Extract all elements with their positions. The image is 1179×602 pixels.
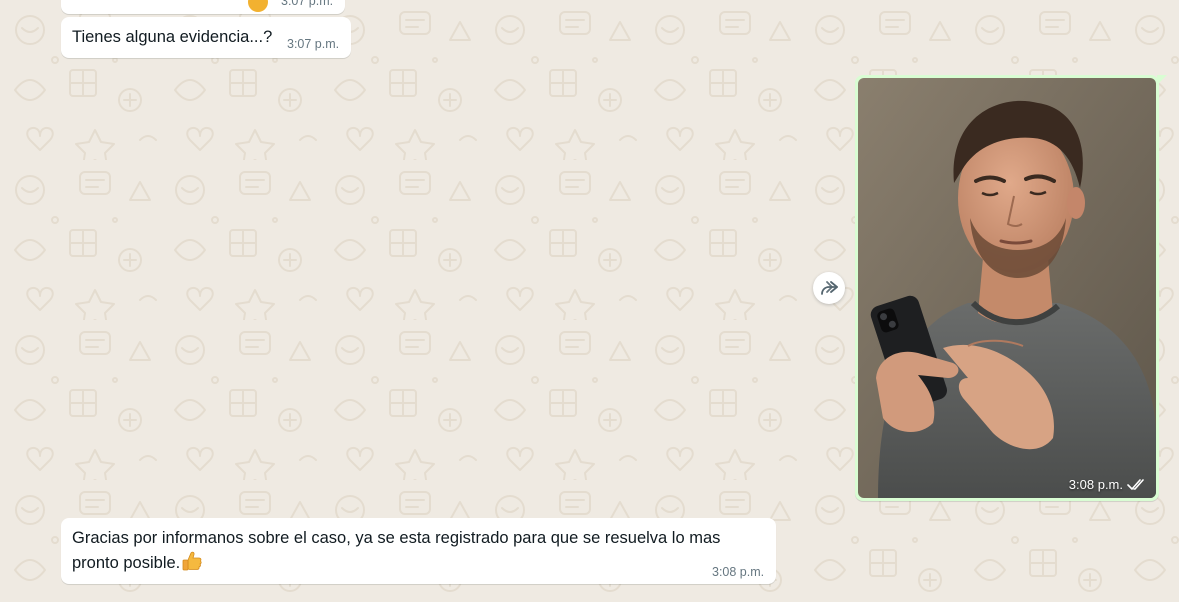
forward-button[interactable]	[813, 272, 845, 304]
message-timestamp: 3:08 p.m.	[1068, 477, 1123, 492]
bubble-tail	[1157, 75, 1167, 85]
message-text: Tienes alguna evidencia...?	[72, 28, 273, 46]
image-attachment[interactable]: 3:08 p.m.	[858, 78, 1156, 498]
message-timestamp: 3:08 p.m.	[712, 565, 765, 579]
image-meta: 3:08 p.m.	[1069, 477, 1147, 492]
double-check-icon	[1127, 478, 1144, 490]
message-incoming[interactable]: Gracias por informanos sobre el caso, ya…	[61, 518, 776, 584]
photo-man-using-phone	[858, 78, 1156, 498]
message-timestamp: 3:07 p.m.	[281, 0, 334, 8]
thumbs-up-icon	[182, 551, 202, 571]
emoji-icon	[248, 0, 268, 12]
message-text: Gracias por informanos sobre el caso, ya…	[72, 529, 721, 572]
message-timestamp: 3:07 p.m.	[287, 37, 340, 51]
message-incoming[interactable]: Tienes alguna evidencia...? 3:07 p.m.	[61, 17, 351, 58]
forward-icon	[821, 281, 838, 295]
message-incoming-partial[interactable]: 3:07 p.m.	[61, 0, 345, 14]
message-outgoing-image[interactable]: 3:08 p.m.	[855, 75, 1167, 501]
message-text-wrapper: Gracias por informanos sobre el caso, ya…	[72, 526, 762, 575]
